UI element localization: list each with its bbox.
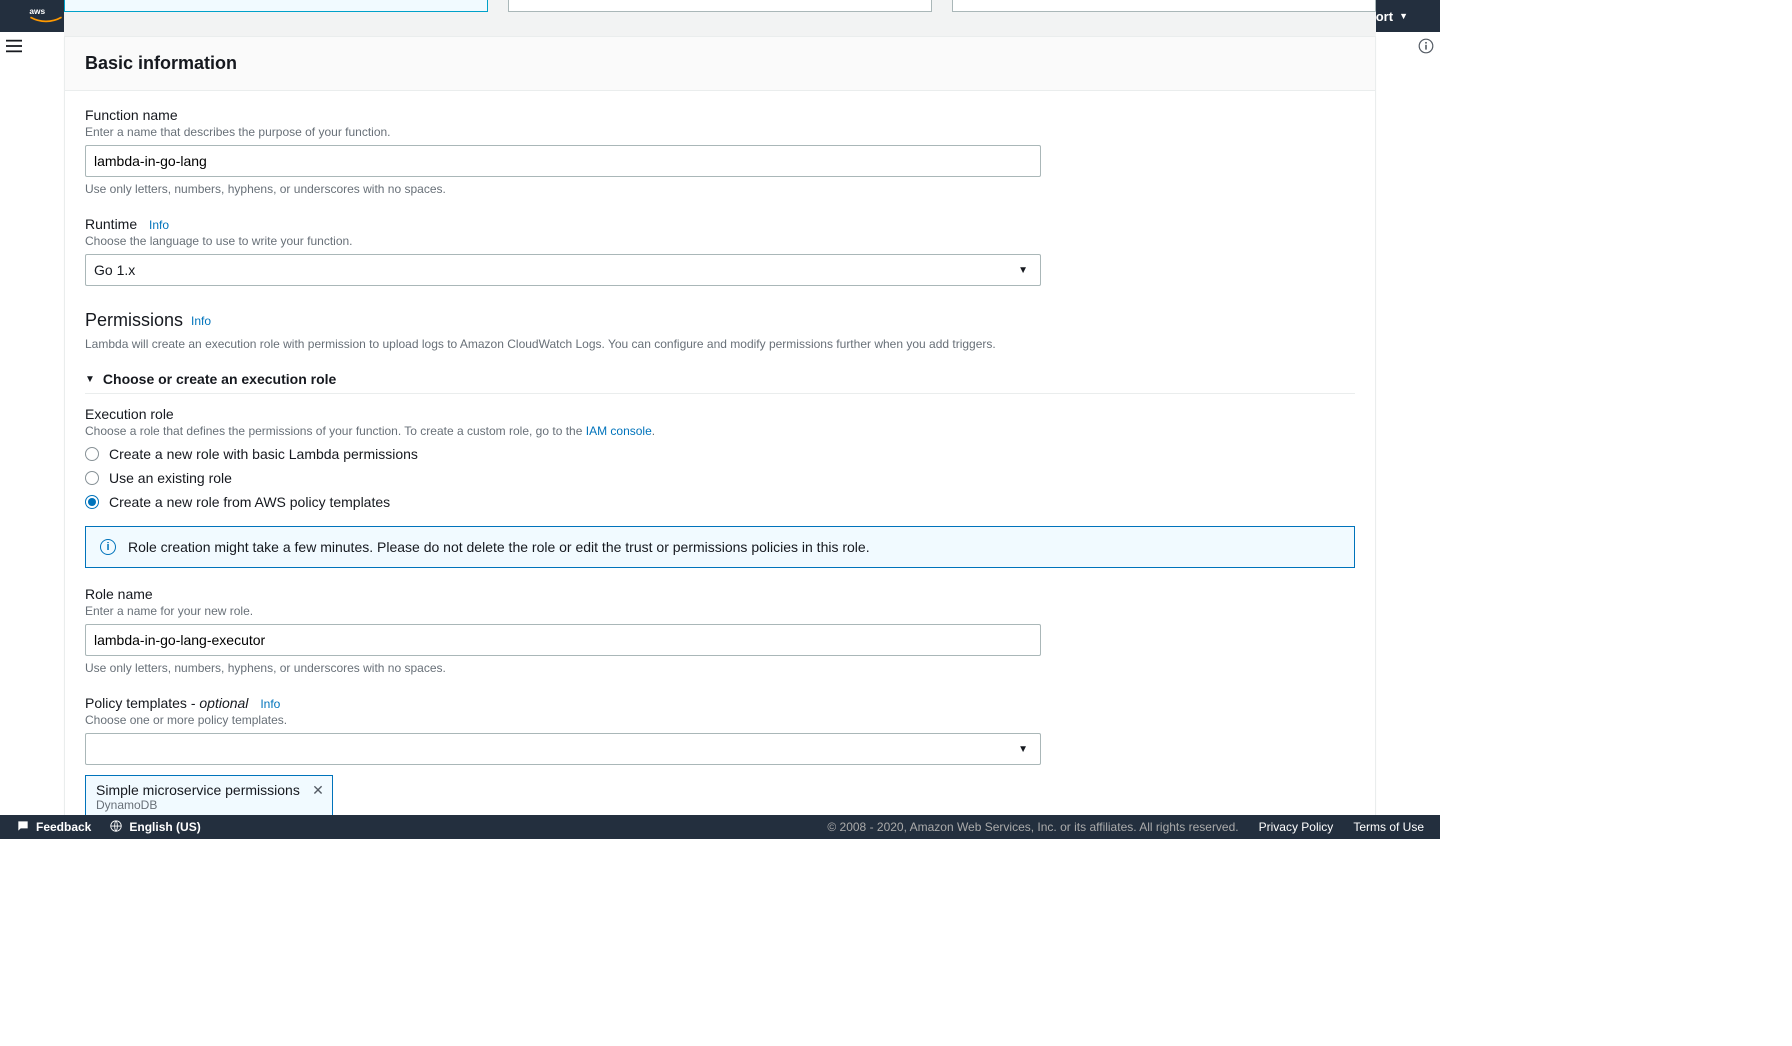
footer-language-label: English (US) <box>129 820 200 834</box>
execution-role-toggle-label: Choose or create an execution role <box>103 371 336 387</box>
close-icon: ✕ <box>312 782 324 798</box>
radio-policy-templates[interactable]: Create a new role from AWS policy templa… <box>85 494 1355 510</box>
left-drawer-toggle[interactable] <box>0 32 28 62</box>
radio-new-basic[interactable]: Create a new role with basic Lambda perm… <box>85 446 1355 462</box>
policy-templates-label: Policy templates - optional <box>85 695 252 711</box>
chevron-down-icon: ▼ <box>85 374 95 385</box>
policy-templates-select[interactable]: ▼ <box>85 733 1041 765</box>
radio-icon <box>85 471 99 485</box>
globe-icon <box>109 819 123 836</box>
radio-label: Create a new role with basic Lambda perm… <box>109 446 418 462</box>
policy-chip-title: Simple microservice permissions <box>96 782 300 798</box>
radio-label: Use an existing role <box>109 470 232 486</box>
main: Basic information Function name Enter a … <box>32 0 1408 815</box>
basic-info-card: Basic information Function name Enter a … <box>64 36 1376 815</box>
policy-templates-label-main: Policy templates - <box>85 695 199 711</box>
role-name-help: Use only letters, numbers, hyphens, or u… <box>85 661 1355 675</box>
permissions-header: Permissions Info <box>85 310 1355 331</box>
policy-chip-sub: DynamoDB <box>96 798 300 812</box>
execution-role-hint-pre: Choose a role that defines the permissio… <box>85 424 586 438</box>
footer-language[interactable]: English (US) <box>109 819 200 836</box>
role-name-label: Role name <box>85 586 1355 602</box>
radio-existing[interactable]: Use an existing role <box>85 470 1355 486</box>
iam-console-link[interactable]: IAM console <box>586 424 652 438</box>
runtime-label: Runtime <box>85 216 137 232</box>
runtime-value: Go 1.x <box>94 262 135 278</box>
runtime-hint: Choose the language to use to write your… <box>85 234 1355 248</box>
policy-templates-label-optional: optional <box>199 695 248 711</box>
runtime-info-link[interactable]: Info <box>149 218 169 232</box>
footer: Feedback English (US) © 2008 - 2020, Ama… <box>0 815 1440 839</box>
function-name-input[interactable] <box>85 145 1041 177</box>
chevron-down-icon: ▼ <box>1018 744 1028 755</box>
chevron-down-icon: ▼ <box>1018 265 1028 276</box>
execution-role-label: Execution role <box>85 406 1355 422</box>
right-info-toggle[interactable] <box>1412 38 1440 57</box>
execution-role-toggle[interactable]: ▼ Choose or create an execution role <box>85 365 1355 394</box>
permissions-info-link[interactable]: Info <box>191 314 211 328</box>
policy-templates-hint: Choose one or more policy templates. <box>85 713 1355 727</box>
radio-icon <box>85 447 99 461</box>
execution-role-hint: Choose a role that defines the permissio… <box>85 424 1355 438</box>
radio-icon <box>85 495 99 509</box>
hamburger-icon <box>6 39 22 56</box>
role-name-input[interactable] <box>85 624 1041 656</box>
creation-option-cards <box>64 0 1376 12</box>
info-icon <box>1418 38 1434 57</box>
runtime-select[interactable]: Go 1.x ▼ <box>85 254 1041 286</box>
permissions-label: Permissions <box>85 310 183 331</box>
info-icon: i <box>100 539 116 555</box>
permissions-hint: Lambda will create an execution role wit… <box>85 337 1355 351</box>
function-name-help: Use only letters, numbers, hyphens, or u… <box>85 182 1355 196</box>
option-card-author[interactable] <box>64 0 488 12</box>
remove-chip-button[interactable]: ✕ <box>312 782 324 799</box>
policy-templates-info-link[interactable]: Info <box>260 697 280 711</box>
footer-copyright: © 2008 - 2020, Amazon Web Services, Inc.… <box>827 820 1238 834</box>
footer-privacy[interactable]: Privacy Policy <box>1259 820 1334 834</box>
execution-role-hint-suffix: . <box>652 424 655 438</box>
role-name-hint: Enter a name for your new role. <box>85 604 1355 618</box>
footer-terms[interactable]: Terms of Use <box>1353 820 1424 834</box>
card-title: Basic information <box>65 37 1375 91</box>
radio-label: Create a new role from AWS policy templa… <box>109 494 390 510</box>
option-card-blueprint[interactable] <box>508 0 932 12</box>
banner-text: Role creation might take a few minutes. … <box>128 539 870 555</box>
option-card-repo[interactable] <box>952 0 1376 12</box>
footer-feedback-label: Feedback <box>36 820 91 834</box>
chat-icon <box>16 819 30 836</box>
function-name-label: Function name <box>85 107 1355 123</box>
policy-chip: Simple microservice permissions DynamoDB… <box>85 775 333 815</box>
role-creation-banner: i Role creation might take a few minutes… <box>85 526 1355 568</box>
footer-feedback[interactable]: Feedback <box>16 819 91 836</box>
function-name-hint: Enter a name that describes the purpose … <box>85 125 1355 139</box>
